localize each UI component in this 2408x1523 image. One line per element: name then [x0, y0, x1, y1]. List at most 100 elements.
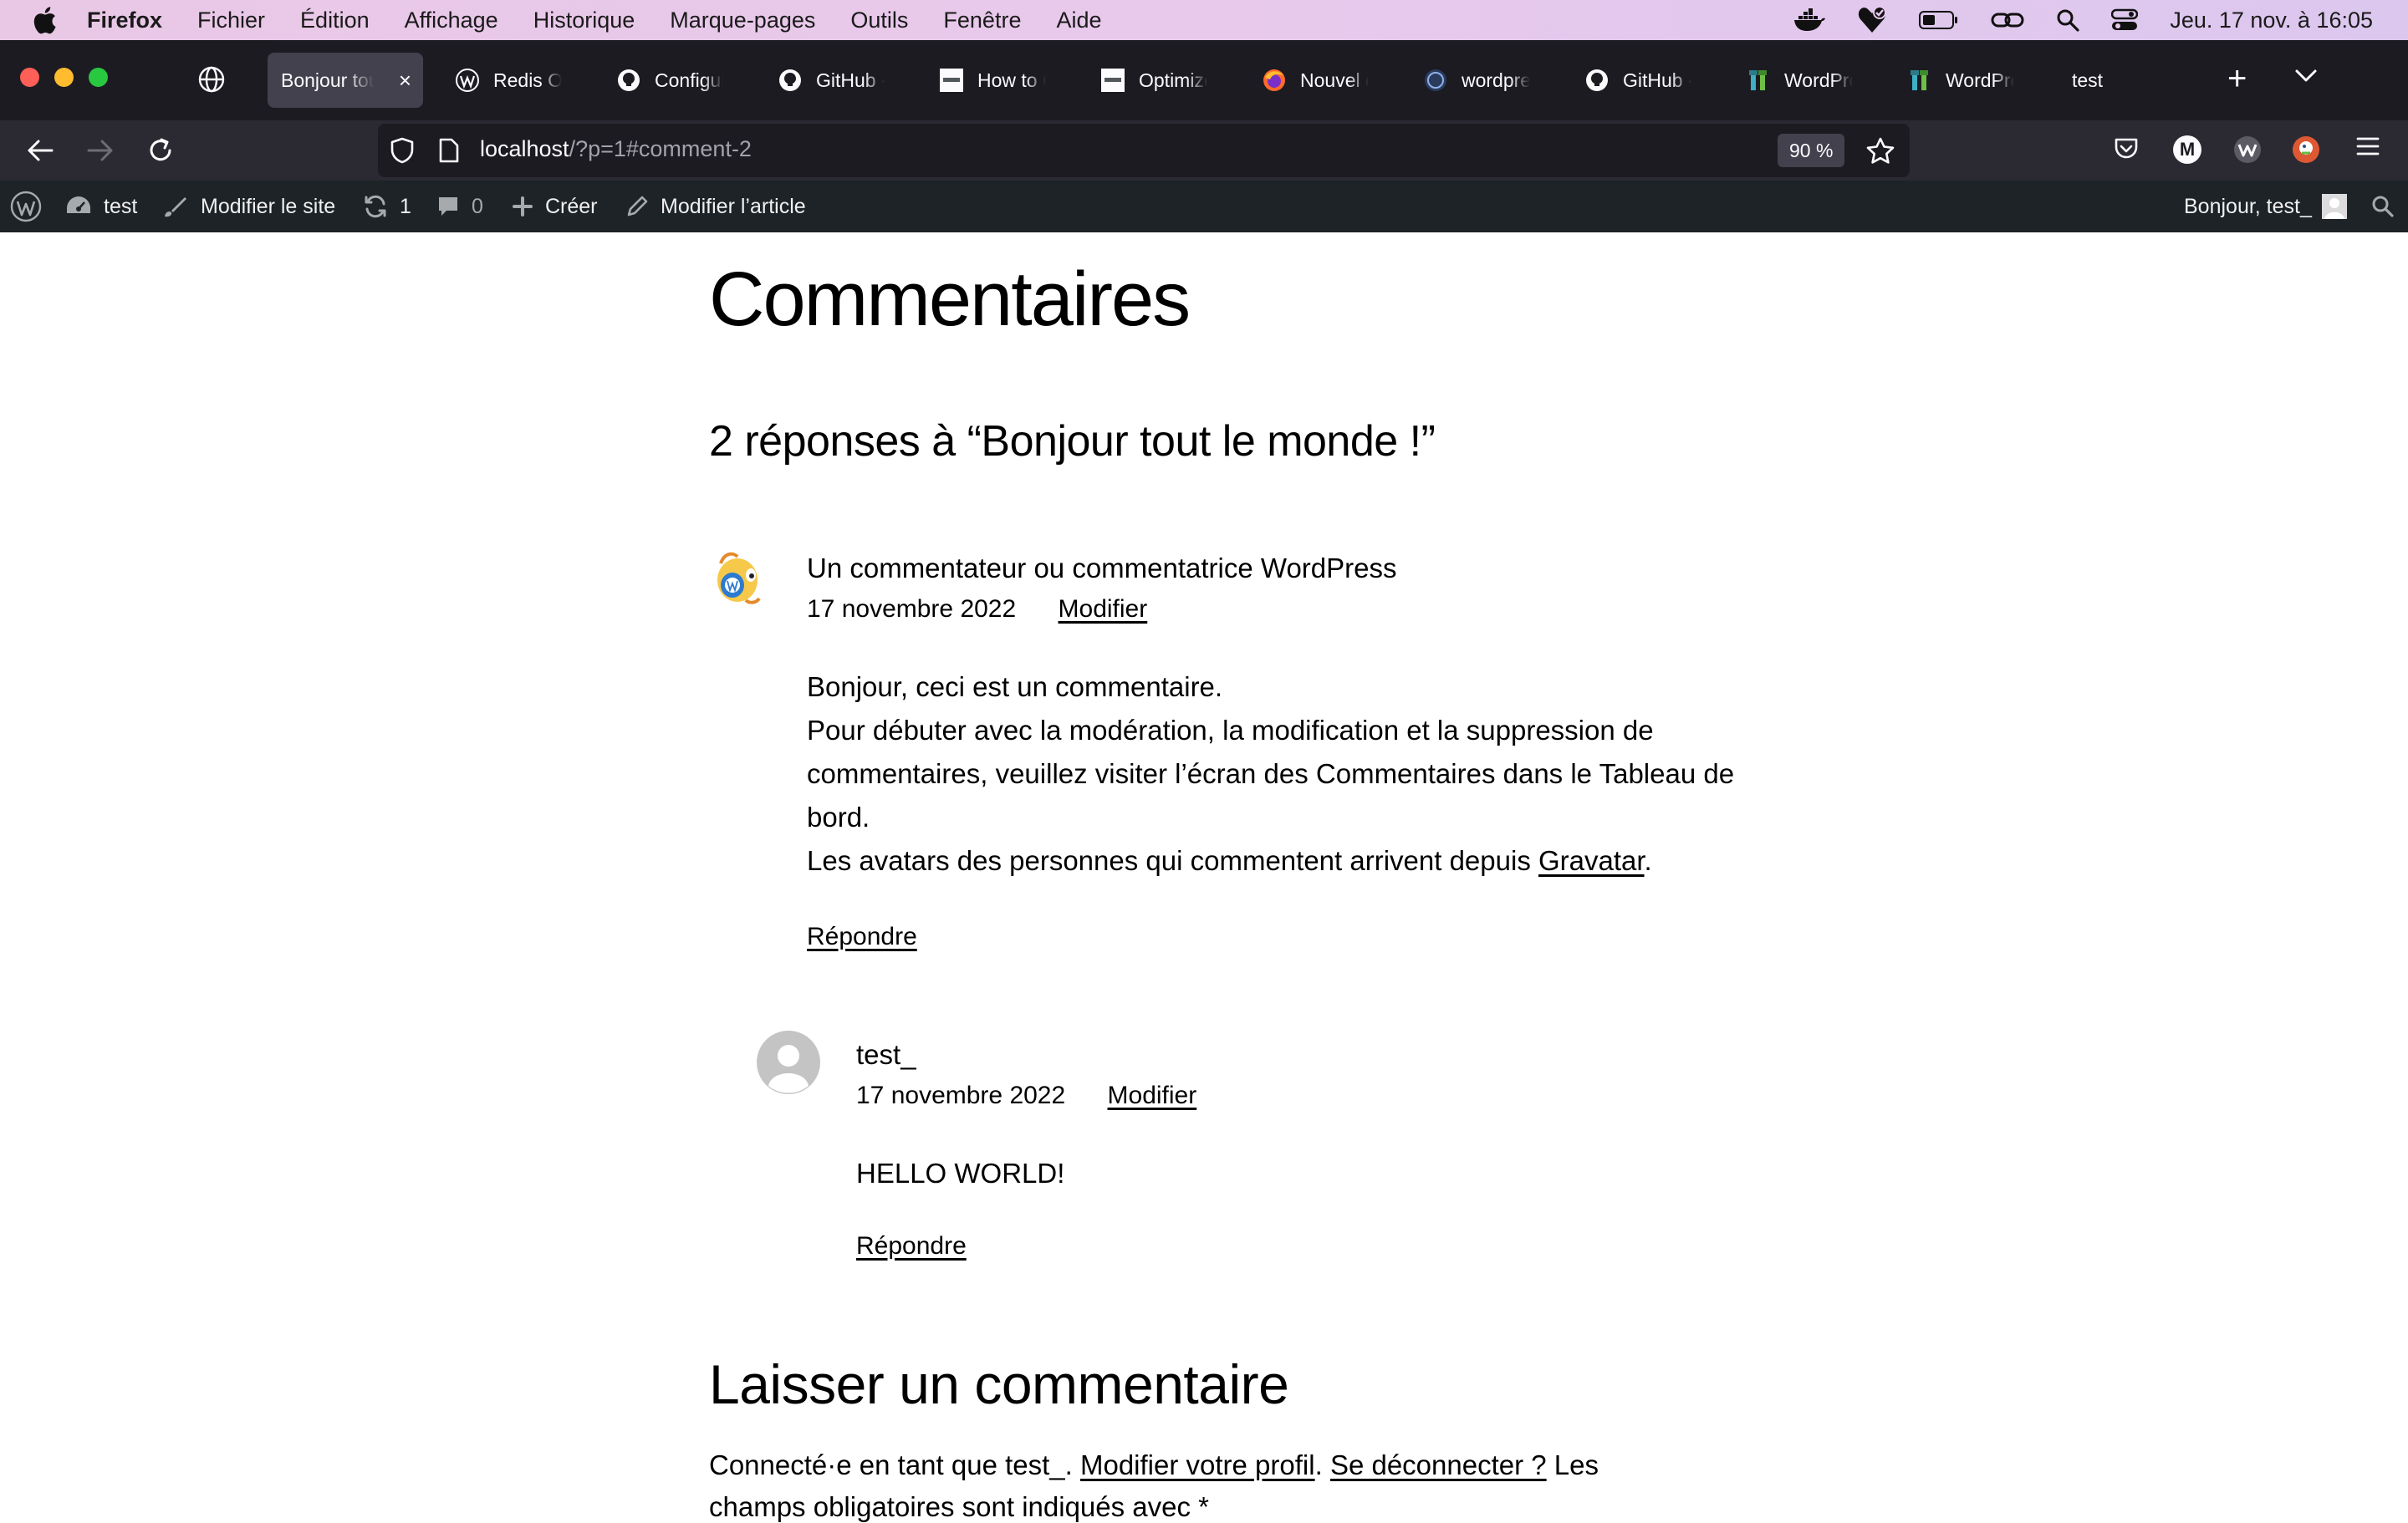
control-center-icon[interactable]	[2111, 8, 2139, 32]
tab-configuration[interactable]: Configurat	[603, 53, 737, 108]
leave-comment-heading: Laisser un commentaire	[709, 1353, 1289, 1415]
apple-menu-icon[interactable]	[32, 6, 57, 34]
zoom-window-button[interactable]	[89, 68, 108, 87]
comment-edit-link[interactable]: Modifier	[1059, 595, 1148, 623]
menu-outils[interactable]: Outils	[850, 8, 908, 33]
pocket-icon[interactable]	[2113, 135, 2140, 166]
menu-aide[interactable]: Aide	[1056, 8, 1101, 33]
menu-fenetre[interactable]: Fenêtre	[943, 8, 1021, 33]
wp-logo-icon[interactable]	[10, 181, 42, 232]
menu-edition[interactable]: Édition	[300, 8, 370, 33]
bookmark-star-icon[interactable]	[1866, 137, 1895, 168]
tab-how-to[interactable]: How to Op	[926, 53, 1059, 108]
site-name-menu[interactable]: test	[65, 181, 137, 232]
tab-label: GitHub - p	[816, 69, 885, 91]
list-all-tabs-chevron-icon[interactable]	[2294, 69, 2318, 88]
tab-label: How to Op	[977, 69, 1046, 91]
wordpress-icon	[455, 68, 480, 93]
tab-github-p[interactable]: GitHub - p	[764, 53, 898, 108]
tab-wordpress-plugin-2[interactable]: WordPress	[1894, 53, 2028, 108]
tab-wordpress-plugin-1[interactable]: WordPress	[1732, 53, 1866, 108]
logged-tail: Les	[1546, 1449, 1599, 1480]
new-tab-plus-icon[interactable]: +	[2227, 62, 2247, 95]
battery-icon[interactable]	[1919, 10, 1959, 30]
comment-meta: 17 novembre 2022 Modifier	[807, 595, 1147, 624]
gravatar-link[interactable]: Gravatar	[1538, 845, 1645, 876]
tracking-protection-shield-icon[interactable]	[390, 137, 415, 168]
github-icon	[1584, 68, 1610, 93]
comment-date[interactable]: 17 novembre 2022	[856, 1082, 1065, 1109]
comments-page-title: Commentaires	[709, 257, 1191, 342]
close-tab-icon[interactable]: ×	[399, 69, 411, 91]
page-content: Commentaires 2 réponses à “Bonjour tout …	[0, 232, 2408, 1522]
default-user-avatar	[757, 1031, 820, 1098]
comment-body: HELLO WORLD!	[856, 1152, 1834, 1195]
comment-meta: 17 novembre 2022 Modifier	[856, 1082, 1196, 1110]
macos-menu-bar: Firefox Fichier Édition Affichage Histor…	[0, 0, 2408, 40]
zoom-level-button[interactable]: 90 %	[1778, 134, 1845, 167]
menu-historique[interactable]: Historique	[533, 8, 635, 33]
extension-m-icon[interactable]: M	[2173, 135, 2201, 164]
spotlight-search-icon[interactable]	[2056, 8, 2079, 32]
required-fields-note: champs obligatoires sont indiqués avec *	[709, 1491, 1210, 1522]
edit-site-button[interactable]: Modifier le site	[162, 181, 335, 232]
wapuu-avatar	[712, 548, 764, 611]
comments-button[interactable]: 0	[436, 181, 483, 232]
comment-edit-link[interactable]: Modifier	[1108, 1082, 1197, 1109]
logout-link[interactable]: Se déconnecter ?	[1330, 1449, 1547, 1480]
comment-line-2: Pour débuter avec la modération, la modi…	[807, 715, 1735, 833]
menu-marque-pages[interactable]: Marque-pages	[670, 8, 815, 33]
comment-author[interactable]: Un commentateur ou commentatrice WordPre…	[807, 553, 1397, 584]
updates-count: 1	[400, 194, 411, 218]
back-arrow-icon[interactable]	[25, 135, 55, 166]
reload-icon[interactable]	[145, 135, 176, 166]
address-bar[interactable]: localhost/?p=1#comment-2 90 %	[378, 124, 1910, 177]
tab-github-d[interactable]: GitHub - d	[1571, 53, 1705, 108]
extension-duckduckgo-icon[interactable]	[2292, 135, 2320, 168]
admin-search-icon[interactable]	[2371, 181, 2395, 232]
extension-wappalyzer-icon[interactable]	[2232, 135, 2263, 168]
tab-label: Optimize V	[1139, 69, 1207, 91]
page-info-icon[interactable]	[438, 138, 460, 167]
wp-admin-bar: test Modifier le site 1 0 Créer Modifier…	[0, 181, 2408, 232]
logged-sep: .	[1314, 1449, 1330, 1480]
close-window-button[interactable]	[20, 68, 39, 87]
tab-redis[interactable]: Redis Obje	[441, 53, 575, 108]
github-icon	[778, 68, 803, 93]
tab-label: test	[2072, 69, 2104, 91]
brush-icon	[162, 194, 189, 219]
vpn-heart-icon[interactable]	[1857, 6, 1887, 34]
edit-post-button[interactable]: Modifier l’article	[625, 181, 806, 232]
url-text[interactable]: localhost/?p=1#comment-2	[480, 136, 752, 162]
menu-affichage[interactable]: Affichage	[405, 8, 498, 33]
tab-test[interactable]: test	[2055, 53, 2120, 108]
logged-in-label: Connecté·e en tant que test_.	[709, 1449, 1080, 1480]
forward-arrow-icon[interactable]	[85, 135, 115, 166]
tab-new-tab[interactable]: Nouvel ong	[1248, 53, 1382, 108]
minimize-window-button[interactable]	[54, 68, 74, 87]
docker-status-icon[interactable]	[1793, 8, 1826, 32]
reply-link[interactable]: Répondre	[807, 923, 917, 951]
url-path: /?p=1#comment-2	[569, 136, 752, 161]
new-content-button[interactable]: Créer	[512, 181, 598, 232]
reply-link[interactable]: Répondre	[856, 1232, 967, 1261]
navigation-toolbar: localhost/?p=1#comment-2 90 % M	[0, 120, 2408, 181]
dashboard-gauge-icon	[65, 195, 92, 218]
link-sync-icon[interactable]	[1991, 10, 2024, 30]
menu-app-firefox[interactable]: Firefox	[87, 8, 162, 33]
user-avatar-icon	[2321, 194, 2347, 219]
menubar-clock[interactable]: Jeu. 17 nov. à 16:05	[2170, 8, 2373, 33]
tab-optimize[interactable]: Optimize V	[1087, 53, 1221, 108]
tab-wordpress-docker[interactable]: wordpress	[1410, 53, 1543, 108]
firefox-view-globe-icon[interactable]	[197, 65, 226, 98]
tab-label: Nouvel ong	[1300, 69, 1369, 91]
updates-button[interactable]: 1	[363, 181, 411, 232]
tab-active[interactable]: Bonjour tout ×	[268, 53, 423, 108]
comment-date[interactable]: 17 novembre 2022	[807, 595, 1016, 623]
my-account-menu[interactable]: Bonjour, test_	[2184, 181, 2347, 232]
application-menu-hamburger-icon[interactable]	[2355, 135, 2380, 161]
menu-fichier[interactable]: Fichier	[197, 8, 265, 33]
site-name-label: test	[104, 194, 138, 218]
edit-profile-link[interactable]: Modifier votre profil	[1080, 1449, 1315, 1480]
plesk-icon	[939, 68, 964, 93]
